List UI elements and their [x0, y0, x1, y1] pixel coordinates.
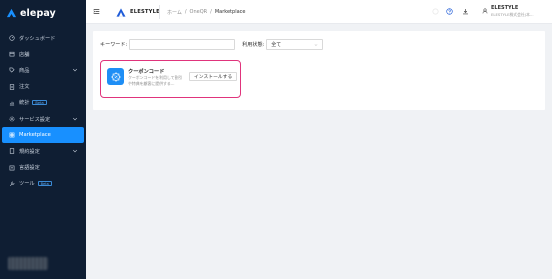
brand-name: elepay: [20, 7, 56, 19]
chevron-down-icon: [72, 117, 78, 121]
breadcrumb-home[interactable]: ホーム: [167, 9, 182, 16]
status-label: 利用状態:: [242, 42, 265, 48]
breadcrumb: ホーム / OneQR / Marketplace: [167, 9, 245, 16]
sidebar-item-dashboard[interactable]: ダッシュボード: [0, 30, 86, 46]
org-name: ELESTYLE: [130, 9, 160, 15]
chevron-down-icon: [72, 150, 78, 153]
header-divider: [159, 5, 160, 19]
sidebar-item-store[interactable]: 店舗: [0, 46, 86, 62]
filter-bar: キーワード: 利用状態: 全て: [100, 39, 324, 50]
coupon-icon: [110, 71, 121, 82]
breadcrumb-separator: /: [210, 9, 212, 15]
order-icon: [9, 83, 15, 90]
brand-logo[interactable]: elepay: [6, 6, 56, 20]
sidebar: elepay ダッシュボード 店舗 商品 注文 統計 Beta サービス設定 M…: [0, 0, 86, 279]
sidebar-item-products[interactable]: 商品: [0, 62, 86, 78]
beta-badge: Beta: [32, 100, 47, 106]
org-switcher[interactable]: ELESTYLE: [116, 6, 160, 18]
elepay-logo-icon: [6, 8, 17, 17]
keyword-input[interactable]: [129, 39, 236, 50]
menu-toggle-icon[interactable]: [93, 8, 100, 15]
sidebar-item-tools[interactable]: ツール Beta: [0, 176, 86, 192]
help-icon[interactable]: [446, 8, 453, 15]
download-icon[interactable]: [462, 8, 469, 15]
chevron-down-icon: [72, 69, 78, 72]
sidebar-item-marketplace[interactable]: Marketplace: [2, 127, 84, 144]
sidebar-item-label: ツール: [19, 181, 35, 188]
breadcrumb-current: Marketplace: [214, 9, 246, 15]
org-logo-icon: [116, 7, 126, 17]
grid-icon: [9, 132, 15, 138]
sidebar-item-label: Marketplace: [19, 132, 51, 139]
gear-icon: [9, 116, 15, 122]
keyword-label: キーワード:: [100, 42, 128, 48]
redacted-footer: [8, 257, 48, 270]
top-header: ELESTYLE ホーム / OneQR / Marketplace ELEST…: [86, 0, 552, 24]
globe-icon: [9, 165, 15, 170]
doc-icon: [9, 148, 15, 155]
sidebar-item-label: ダッシュボード: [19, 35, 56, 42]
sidebar-item-service-settings[interactable]: サービス設定: [0, 111, 86, 127]
faded-icon: [432, 8, 439, 15]
sidebar-item-terms[interactable]: 規約設定: [0, 143, 86, 159]
user-org: ELESTYLE株式会社(本...: [491, 12, 534, 17]
user-icon: [482, 8, 488, 14]
wrench-icon: [9, 181, 15, 186]
tag-icon: [9, 68, 15, 73]
user-name: ELESTYLE: [491, 5, 519, 11]
sidebar-item-label: 商品: [19, 67, 30, 74]
sidebar-item-label: 統計: [19, 100, 30, 107]
sidebar-item-label: 規約設定: [19, 148, 40, 155]
app-description: クーポンコードを利用して割引や特典を顧客に提供する...: [128, 75, 183, 86]
coupon-app-icon: [107, 68, 124, 85]
sidebar-item-label: 店舗: [19, 51, 30, 58]
sidebar-item-stats[interactable]: 統計 Beta: [0, 95, 86, 111]
user-menu[interactable]: ELESTYLE ELESTYLE株式会社(本...: [482, 5, 534, 18]
status-select-value: 全て: [271, 42, 282, 48]
status-select[interactable]: 全て: [266, 39, 324, 50]
sidebar-item-language[interactable]: 言語設定: [0, 160, 86, 176]
install-button[interactable]: インストールする: [189, 72, 238, 81]
sidebar-item-orders[interactable]: 注文: [0, 79, 86, 95]
sidebar-nav: ダッシュボード 店舗 商品 注文 統計 Beta サービス設定 Marketpl…: [0, 30, 86, 192]
beta-badge: Beta: [37, 181, 52, 187]
breadcrumb-oneqr[interactable]: OneQR: [190, 9, 208, 16]
marketplace-panel: キーワード: 利用状態: 全て クーポンコード クーポンコードを利用して割引や特…: [93, 31, 545, 110]
dashboard-icon: [9, 35, 15, 41]
app-title: クーポンコード: [128, 69, 165, 75]
app-card-coupon-code[interactable]: クーポンコード クーポンコードを利用して割引や特典を顧客に提供する... インス…: [100, 60, 241, 98]
sidebar-item-label: 注文: [19, 84, 30, 91]
sidebar-item-label: 言語設定: [19, 165, 40, 172]
chevron-down-icon: [314, 44, 318, 46]
sidebar-item-label: サービス設定: [19, 116, 51, 123]
breadcrumb-separator: /: [184, 9, 187, 15]
chart-icon: [9, 101, 15, 106]
store-icon: [9, 52, 15, 57]
